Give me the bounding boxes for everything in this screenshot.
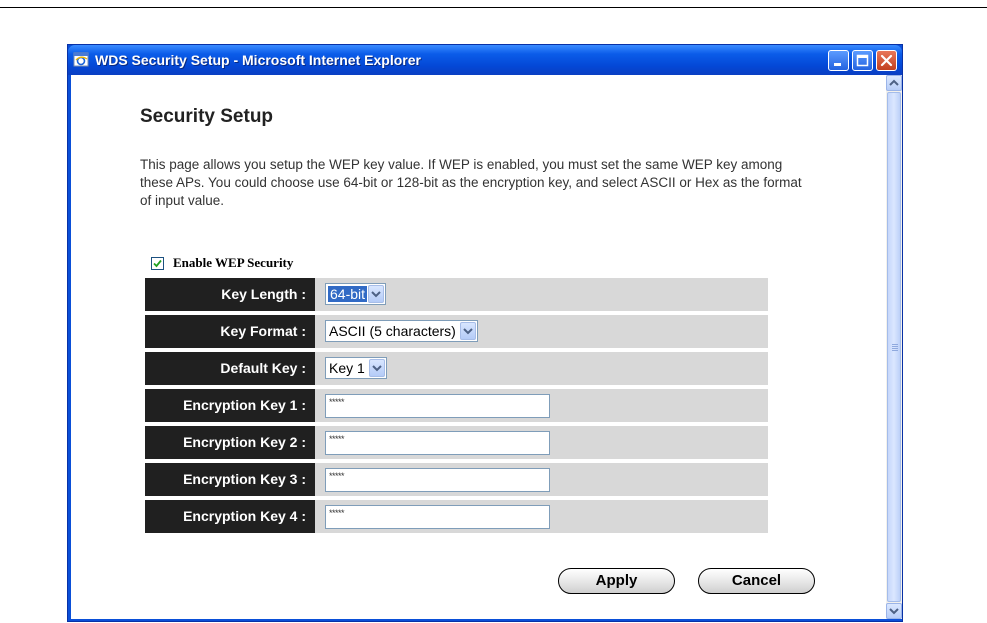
apply-button[interactable]: Apply (558, 568, 675, 594)
encryption-key-1-label: Encryption Key 1 : (145, 389, 315, 422)
scrollbar-thumb[interactable] (887, 92, 901, 602)
enable-wep-label: Enable WEP Security (173, 255, 294, 270)
browser-window: WDS Security Setup - Microsoft Internet … (67, 44, 903, 622)
title-bar[interactable]: WDS Security Setup - Microsoft Internet … (68, 45, 902, 75)
scroll-down-button[interactable] (886, 603, 902, 619)
chevron-down-icon[interactable] (459, 322, 476, 340)
encryption-key-2-input[interactable]: ***** (325, 431, 550, 455)
key-length-row: Key Length : 64-bit (145, 278, 768, 311)
default-key-label: Default Key : (145, 352, 315, 385)
default-key-value: Key 1 (329, 360, 365, 376)
encryption-key-3-row: Encryption Key 3 : ***** (145, 463, 768, 496)
key-length-value: 64-bit (328, 286, 368, 302)
scroll-up-button[interactable] (886, 75, 902, 91)
maximize-icon (856, 54, 869, 67)
page-description: This page allows you setup the WEP key v… (140, 157, 802, 208)
scrollbar-grip (892, 344, 898, 352)
encryption-key-4-input[interactable]: ***** (325, 505, 550, 529)
checkmark-icon (153, 259, 162, 267)
encryption-key-4-row: Encryption Key 4 : ***** (145, 500, 768, 533)
window-title: WDS Security Setup - Microsoft Internet … (95, 52, 421, 68)
default-key-select[interactable]: Key 1 (325, 357, 387, 379)
encryption-key-2-row: Encryption Key 2 : ***** (145, 426, 768, 459)
enable-wep-option[interactable]: Enable WEP Security (151, 255, 293, 271)
chevron-down-icon[interactable] (368, 285, 385, 303)
vertical-scrollbar[interactable] (886, 75, 902, 619)
close-button[interactable] (876, 50, 897, 71)
encryption-key-1-row: Encryption Key 1 : ***** (145, 389, 768, 422)
key-length-label: Key Length : (145, 278, 315, 311)
page-content: Security Setup This page allows you setu… (71, 75, 886, 619)
close-icon (880, 54, 893, 67)
encryption-key-4-label: Encryption Key 4 : (145, 500, 315, 533)
page-top-rule (0, 7, 987, 8)
key-format-row: Key Format : ASCII (5 characters) (145, 315, 768, 348)
encryption-key-1-input[interactable]: ***** (325, 394, 550, 418)
default-key-row: Default Key : Key 1 (145, 352, 768, 385)
minimize-button[interactable] (828, 50, 849, 71)
encryption-key-3-input[interactable]: ***** (325, 468, 550, 492)
chevron-down-icon (889, 608, 899, 615)
key-length-select[interactable]: 64-bit (325, 283, 387, 305)
internet-explorer-icon (73, 51, 90, 68)
key-format-value: ASCII (5 characters) (329, 323, 456, 339)
encryption-key-2-label: Encryption Key 2 : (145, 426, 315, 459)
chevron-up-icon (889, 79, 899, 86)
encryption-key-3-label: Encryption Key 3 : (145, 463, 315, 496)
key-format-label: Key Format : (145, 315, 315, 348)
enable-wep-checkbox[interactable] (151, 256, 164, 270)
cancel-button[interactable]: Cancel (698, 568, 815, 594)
minimize-icon (834, 63, 841, 66)
maximize-button[interactable] (852, 50, 873, 71)
chevron-down-icon[interactable] (368, 359, 385, 377)
page-title: Security Setup (140, 106, 274, 127)
key-format-select[interactable]: ASCII (5 characters) (325, 320, 478, 342)
